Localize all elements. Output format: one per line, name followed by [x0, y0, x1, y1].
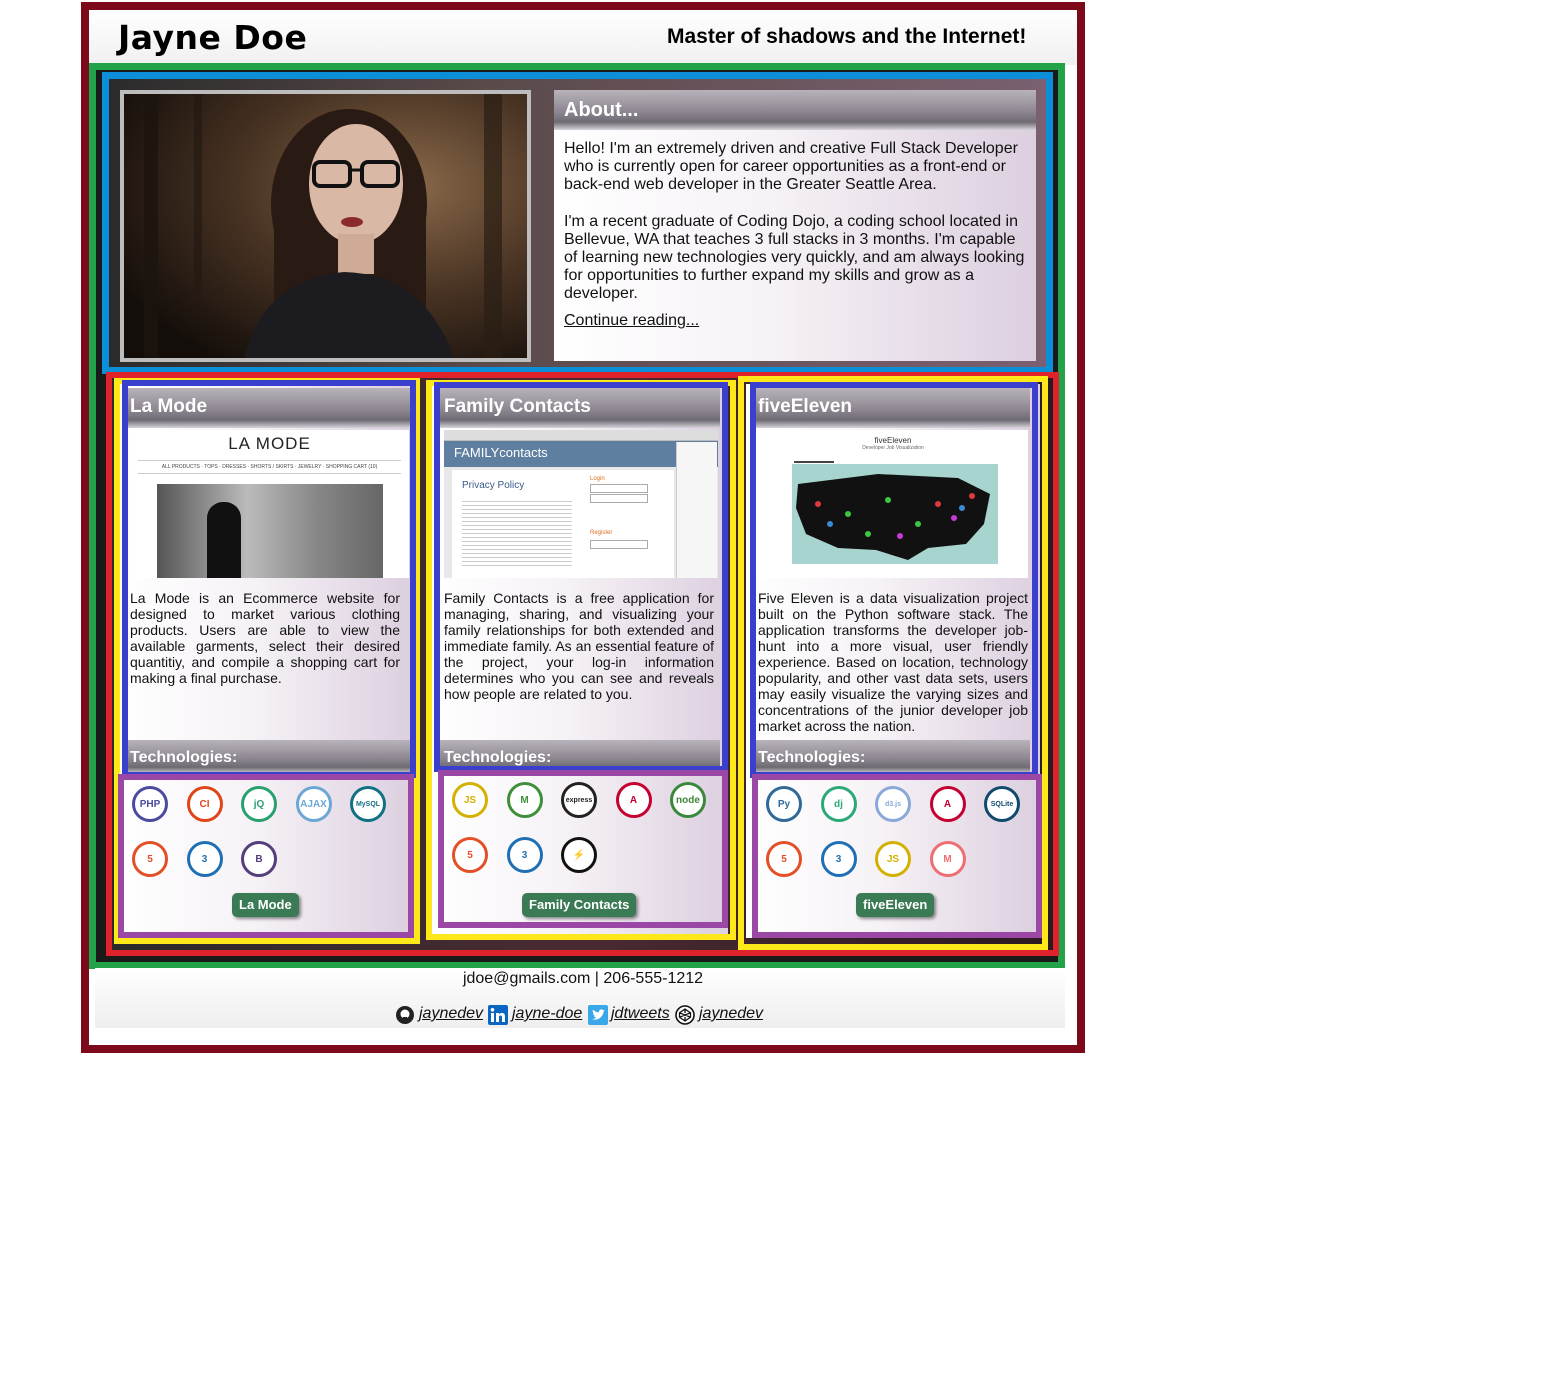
about-heading: About...: [554, 90, 1036, 130]
about-text: Hello! I'm an extremely driven and creat…: [554, 130, 1036, 361]
about-paragraph-1: Hello! I'm an extremely driven and creat…: [564, 140, 1018, 193]
javascript-icon: JS: [875, 841, 911, 877]
mysql-icon: MySQL: [350, 786, 386, 822]
project-highlight-box: [122, 380, 416, 778]
linkedin-icon: [488, 1005, 508, 1025]
profile-photo: [120, 90, 531, 362]
codepen-link[interactable]: jaynedev: [699, 1005, 763, 1023]
twitter-icon: [588, 1005, 608, 1025]
ajax-icon: AJAX: [295, 786, 332, 822]
angular-icon: A: [615, 782, 652, 818]
django-icon: dj: [820, 786, 857, 822]
github-icon: [396, 1006, 414, 1024]
codeigniter-icon: CI: [186, 786, 223, 822]
bootstrap-icon: B: [241, 841, 277, 877]
about-paragraph-2: I'm a recent graduate of Coding Dojo, a …: [564, 213, 1025, 302]
twitter-link[interactable]: jdtweets: [611, 1005, 670, 1023]
sqlite-icon: SQLite: [984, 786, 1020, 822]
linkedin-link[interactable]: jayne-doe: [512, 1005, 582, 1023]
project-highlight-box: [750, 382, 1038, 778]
nodejs-icon: node: [670, 782, 706, 818]
php-icon: PHP: [132, 786, 168, 822]
css3-icon: 3: [186, 841, 223, 877]
css3-icon: 3: [506, 837, 543, 873]
materialize-icon: M: [929, 841, 966, 877]
socketio-icon: ⚡: [561, 837, 597, 873]
contact-info: jdoe@gmails.com | 206-555-1212: [462, 970, 704, 987]
site-tagline: Master of shadows and the Internet!: [667, 25, 1027, 48]
html5-icon: 5: [452, 837, 488, 873]
family-contacts-button[interactable]: Family Contacts: [522, 893, 637, 917]
python-icon: Py: [766, 786, 802, 822]
javascript-icon: JS: [452, 782, 488, 818]
mongodb-icon: M: [506, 782, 543, 818]
five-eleven-button[interactable]: fiveEleven: [856, 893, 935, 917]
la-mode-button[interactable]: La Mode: [232, 893, 299, 917]
angular-icon: A: [929, 786, 966, 822]
html5-icon: 5: [132, 841, 168, 877]
express-icon: express: [561, 782, 597, 818]
codepen-icon: [675, 1005, 695, 1025]
continue-reading-link[interactable]: Continue reading...: [564, 312, 699, 329]
html5-icon: 5: [766, 841, 802, 877]
d3js-icon: d3.js: [875, 786, 911, 822]
project-highlight-box: [434, 382, 728, 772]
jquery-icon: jQ: [241, 786, 277, 822]
css3-icon: 3: [820, 841, 857, 877]
github-link[interactable]: jaynedev: [419, 1005, 483, 1023]
site-title: Jayne Doe: [118, 18, 308, 57]
portrait-illustration: [124, 94, 527, 358]
